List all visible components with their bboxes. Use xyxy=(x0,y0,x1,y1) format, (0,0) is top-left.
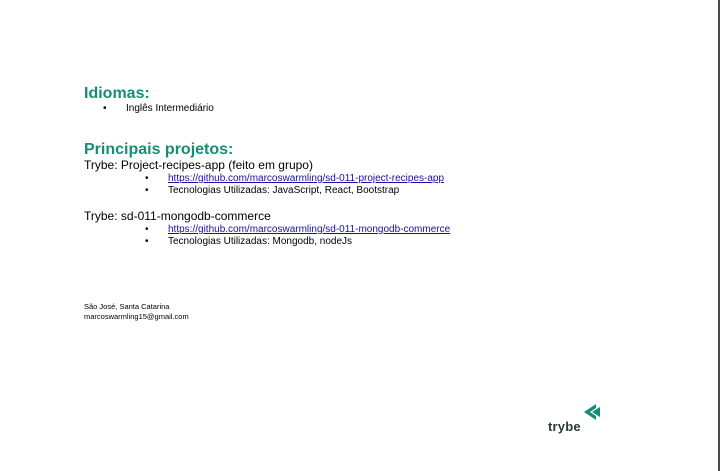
project-details-list: • https://github.com/marcoswarmling/sd-0… xyxy=(145,173,444,197)
bullet-icon: • xyxy=(103,103,107,114)
list-item: • Tecnologias Utilizadas: JavaScript, Re… xyxy=(145,185,444,197)
project-title: Trybe: Project-recipes-app (feito em gru… xyxy=(84,158,313,172)
trybe-logo: trybe xyxy=(548,403,604,437)
list-item: • Tecnologias Utilizadas: Mongodb, nodeJ… xyxy=(145,236,450,248)
languages-list: • Inglês Intermediário xyxy=(103,103,214,115)
bullet-icon: • xyxy=(145,224,149,235)
project-link[interactable]: https://github.com/marcoswarmling/sd-011… xyxy=(168,224,450,235)
bullet-icon: • xyxy=(145,185,149,196)
list-item: • Inglês Intermediário xyxy=(103,103,214,115)
project-link[interactable]: https://github.com/marcoswarmling/sd-011… xyxy=(168,173,444,184)
project-details-list: • https://github.com/marcoswarmling/sd-0… xyxy=(145,224,450,248)
language-item: Inglês Intermediário xyxy=(126,103,214,114)
bullet-icon: • xyxy=(145,173,149,184)
footer-location: São José, Santa Catarina xyxy=(84,302,170,311)
list-item: • https://github.com/marcoswarmling/sd-0… xyxy=(145,173,444,185)
footer-email: marcoswarmling15@gmail.com xyxy=(84,312,189,321)
project-title: Trybe: sd-011-mongodb-commerce xyxy=(84,209,271,223)
trybe-logo-text: trybe xyxy=(548,419,581,434)
trybe-logo-icon xyxy=(584,404,600,420)
project-tech: Tecnologias Utilizadas: Mongodb, nodeJs xyxy=(168,236,352,247)
projects-heading: Principais projetos: xyxy=(84,141,234,158)
list-item: • https://github.com/marcoswarmling/sd-0… xyxy=(145,224,450,236)
bullet-icon: • xyxy=(145,236,149,247)
languages-heading: Idiomas: xyxy=(84,85,150,102)
project-tech: Tecnologias Utilizadas: JavaScript, Reac… xyxy=(168,185,400,196)
